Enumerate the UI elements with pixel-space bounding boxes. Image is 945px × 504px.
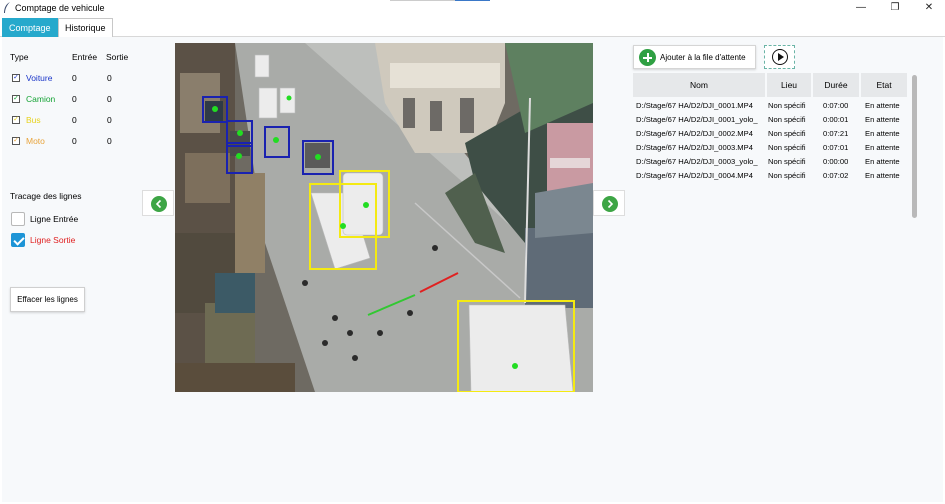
ligne-sortie-checkbox[interactable] <box>11 233 25 247</box>
cell-nom: D:/Stage/67 HA/D2/DJI_0003_yolo_ <box>636 157 758 166</box>
moto-in-count: 0 <box>72 136 77 146</box>
ligne-entree-row[interactable]: Ligne Entrée <box>11 212 131 228</box>
title-bar: Comptage de vehicule — ❐ ✕ <box>0 0 945 17</box>
cell-nom: D:/Stage/67 HA/D2/DJI_0001.MP4 <box>636 101 753 110</box>
vehicle-row-bus: ✓ Bus 0 0 <box>12 114 132 128</box>
sortie-header: Sortie <box>106 52 129 62</box>
voiture-label: Voiture <box>26 73 53 83</box>
cell-etat: En attente <box>865 171 900 180</box>
clear-lines-button[interactable]: Effacer les lignes <box>10 287 85 312</box>
previous-video-button[interactable] <box>142 190 174 216</box>
column-header-lieu[interactable]: Lieu <box>767 73 811 97</box>
bus-in-count: 0 <box>72 115 77 125</box>
cell-duree: 0:07:00 <box>823 101 849 110</box>
cell-lieu: Non spécifi <box>768 115 806 124</box>
voiture-out-count: 0 <box>107 73 112 83</box>
minimize-button[interactable]: — <box>846 1 876 15</box>
aerial-street-scene <box>175 43 593 392</box>
cell-duree: 0:07:01 <box>823 143 849 152</box>
column-header-etat[interactable]: Etat <box>861 73 907 97</box>
cell-duree: 0:07:21 <box>823 129 849 138</box>
cell-duree: 0:00:01 <box>823 115 849 124</box>
bus-label: Bus <box>26 115 41 125</box>
table-row[interactable]: D:/Stage/67 HA/D2/DJI_0003_yolo_ Non spé… <box>633 156 909 169</box>
cell-nom: D:/Stage/67 HA/D2/DJI_0001_yolo_ <box>636 115 758 124</box>
window-title: Comptage de vehicule <box>15 3 105 13</box>
entree-header: Entrée <box>72 52 98 62</box>
cell-lieu: Non spécifi <box>768 101 806 110</box>
column-header-nom[interactable]: Nom <box>633 73 765 97</box>
main-content: Type Entrée Sortie ✓ Voiture 0 0 ✓ Camio… <box>2 37 943 502</box>
cell-etat: En attente <box>865 143 900 152</box>
chevron-left-icon <box>151 196 167 212</box>
camion-checkbox[interactable]: ✓ <box>12 95 20 103</box>
tracage-title: Tracage des lignes <box>10 191 82 201</box>
type-header: Type <box>10 52 29 62</box>
cell-etat: En attente <box>865 129 900 138</box>
cell-nom: D:/Stage/67 HA/D2/DJI_0004.MP4 <box>636 171 753 180</box>
table-row[interactable]: D:/Stage/67 HA/D2/DJI_0003.MP4 Non spéci… <box>633 142 909 155</box>
play-queue-button[interactable] <box>764 45 795 69</box>
feather-icon <box>4 2 10 13</box>
add-to-queue-label: Ajouter à la file d'attente <box>660 53 746 62</box>
cell-nom: D:/Stage/67 HA/D2/DJI_0002.MP4 <box>636 129 753 138</box>
camion-in-count: 0 <box>72 94 77 104</box>
next-video-button[interactable] <box>593 190 625 216</box>
tab-bar: Comptage Historique <box>0 17 945 37</box>
cell-etat: En attente <box>865 115 900 124</box>
cell-lieu: Non spécifi <box>768 143 806 152</box>
cell-lieu: Non spécifi <box>768 129 806 138</box>
close-button[interactable]: ✕ <box>914 1 944 15</box>
vehicle-row-camion: ✓ Camion 0 0 <box>12 93 132 107</box>
cell-lieu: Non spécifi <box>768 157 806 166</box>
camion-label: Camion <box>26 94 56 104</box>
play-circle-icon <box>772 49 788 65</box>
ligne-sortie-row[interactable]: Ligne Sortie <box>11 233 131 249</box>
table-row[interactable]: D:/Stage/67 HA/D2/DJI_0004.MP4 Non spéci… <box>633 170 909 183</box>
vehicle-row-moto: ✓ Moto 0 0 <box>12 135 132 149</box>
cell-etat: En attente <box>865 101 900 110</box>
table-row[interactable]: D:/Stage/67 HA/D2/DJI_0002.MP4 Non spéci… <box>633 128 909 141</box>
video-frame[interactable] <box>175 43 593 392</box>
column-header-duree[interactable]: Durée <box>813 73 859 97</box>
cell-etat: En attente <box>865 157 900 166</box>
moto-label: Moto <box>26 136 45 146</box>
add-to-queue-button[interactable]: Ajouter à la file d'attente <box>633 45 756 69</box>
table-row[interactable]: D:/Stage/67 HA/D2/DJI_0001.MP4 Non spéci… <box>633 100 909 113</box>
voiture-in-count: 0 <box>72 73 77 83</box>
ligne-entree-label: Ligne Entrée <box>30 214 79 224</box>
moto-checkbox[interactable]: ✓ <box>12 137 20 145</box>
maximize-button[interactable]: ❐ <box>880 1 910 15</box>
ligne-entree-checkbox[interactable] <box>11 212 25 226</box>
voiture-checkbox[interactable]: ✓ <box>12 74 20 82</box>
bus-out-count: 0 <box>107 115 112 125</box>
camion-out-count: 0 <box>107 94 112 104</box>
cell-nom: D:/Stage/67 HA/D2/DJI_0003.MP4 <box>636 143 753 152</box>
tab-comptage[interactable]: Comptage <box>2 18 58 37</box>
chevron-right-icon <box>602 196 618 212</box>
cell-lieu: Non spécifi <box>768 171 806 180</box>
tab-historique[interactable]: Historique <box>58 18 113 37</box>
add-plus-icon <box>639 49 656 66</box>
title-bar-accent-active <box>455 0 490 1</box>
table-row[interactable]: D:/Stage/67 HA/D2/DJI_0001_yolo_ Non spé… <box>633 114 909 127</box>
cell-duree: 0:00:00 <box>823 157 849 166</box>
bus-checkbox[interactable]: ✓ <box>12 116 20 124</box>
moto-out-count: 0 <box>107 136 112 146</box>
vehicle-row-voiture: ✓ Voiture 0 0 <box>12 72 132 86</box>
cell-duree: 0:07:02 <box>823 171 849 180</box>
queue-scrollbar-thumb[interactable] <box>912 75 917 218</box>
ligne-sortie-label: Ligne Sortie <box>30 235 76 245</box>
